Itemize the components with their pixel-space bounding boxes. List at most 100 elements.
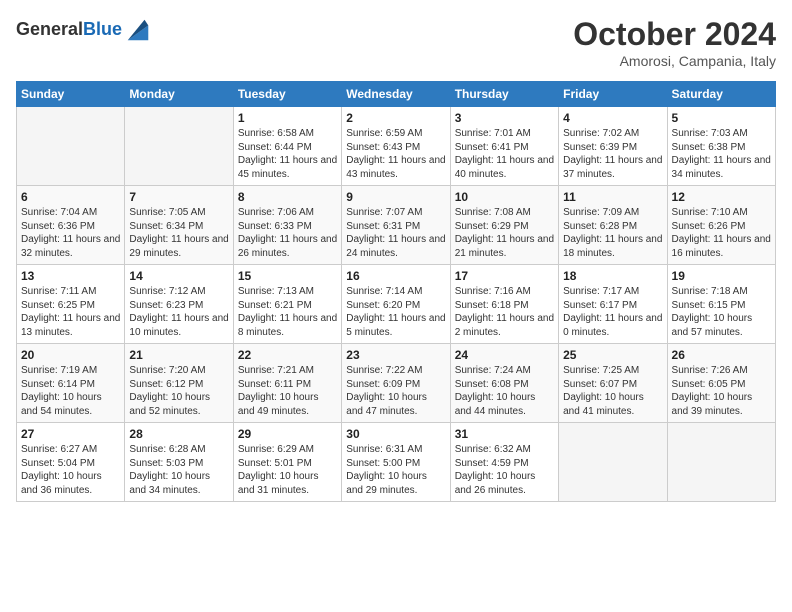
sunrise: Sunrise: 6:31 AM [346,444,422,455]
sunset: Sunset: 6:08 PM [455,379,529,390]
sunset: Sunset: 6:44 PM [238,142,312,153]
logo: GeneralBlue [16,16,152,44]
day-number: 30 [346,427,445,441]
calendar-day-cell: 9 Sunrise: 7:07 AM Sunset: 6:31 PM Dayli… [342,186,450,265]
calendar-day-cell [667,423,775,502]
calendar-day-cell: 16 Sunrise: 7:14 AM Sunset: 6:20 PM Dayl… [342,265,450,344]
daylight: Daylight: 11 hours and 34 minutes. [672,155,771,180]
sunrise: Sunrise: 7:26 AM [672,365,748,376]
day-detail: Sunrise: 7:08 AM Sunset: 6:29 PM Dayligh… [455,206,554,260]
logo-icon [124,16,152,44]
sunset: Sunset: 6:26 PM [672,221,746,232]
sunrise: Sunrise: 6:32 AM [455,444,531,455]
day-detail: Sunrise: 7:05 AM Sunset: 6:34 PM Dayligh… [129,206,228,260]
daylight: Daylight: 11 hours and 37 minutes. [563,155,662,180]
day-number: 7 [129,190,228,204]
daylight: Daylight: 11 hours and 13 minutes. [21,313,120,338]
calendar-day-cell: 19 Sunrise: 7:18 AM Sunset: 6:15 PM Dayl… [667,265,775,344]
sunrise: Sunrise: 7:08 AM [455,207,531,218]
days-of-week-row: SundayMondayTuesdayWednesdayThursdayFrid… [17,82,776,107]
day-number: 15 [238,269,337,283]
day-number: 9 [346,190,445,204]
day-detail: Sunrise: 7:09 AM Sunset: 6:28 PM Dayligh… [563,206,662,260]
day-detail: Sunrise: 7:10 AM Sunset: 6:26 PM Dayligh… [672,206,771,260]
day-number: 3 [455,111,554,125]
daylight: Daylight: 10 hours and 39 minutes. [672,392,753,417]
sunrise: Sunrise: 7:03 AM [672,128,748,139]
sunrise: Sunrise: 7:07 AM [346,207,422,218]
sunrise: Sunrise: 7:02 AM [563,128,639,139]
calendar-day-cell: 13 Sunrise: 7:11 AM Sunset: 6:25 PM Dayl… [17,265,125,344]
sunset: Sunset: 5:03 PM [129,458,203,469]
day-detail: Sunrise: 7:14 AM Sunset: 6:20 PM Dayligh… [346,285,445,339]
sunrise: Sunrise: 7:16 AM [455,286,531,297]
day-number: 5 [672,111,771,125]
sunset: Sunset: 6:31 PM [346,221,420,232]
calendar-day-cell: 14 Sunrise: 7:12 AM Sunset: 6:23 PM Dayl… [125,265,233,344]
sunrise: Sunrise: 7:12 AM [129,286,205,297]
calendar-week-row: 1 Sunrise: 6:58 AM Sunset: 6:44 PM Dayli… [17,107,776,186]
day-detail: Sunrise: 7:04 AM Sunset: 6:36 PM Dayligh… [21,206,120,260]
sunrise: Sunrise: 7:04 AM [21,207,97,218]
calendar-body: 1 Sunrise: 6:58 AM Sunset: 6:44 PM Dayli… [17,107,776,502]
day-number: 4 [563,111,662,125]
sunrise: Sunrise: 7:25 AM [563,365,639,376]
sunset: Sunset: 6:34 PM [129,221,203,232]
sunset: Sunset: 6:07 PM [563,379,637,390]
day-number: 21 [129,348,228,362]
daylight: Daylight: 11 hours and 16 minutes. [672,234,771,259]
calendar-week-row: 6 Sunrise: 7:04 AM Sunset: 6:36 PM Dayli… [17,186,776,265]
calendar-day-cell: 17 Sunrise: 7:16 AM Sunset: 6:18 PM Dayl… [450,265,558,344]
daylight: Daylight: 10 hours and 54 minutes. [21,392,102,417]
day-number: 10 [455,190,554,204]
calendar-day-cell: 15 Sunrise: 7:13 AM Sunset: 6:21 PM Dayl… [233,265,341,344]
day-of-week-header: Friday [559,82,667,107]
calendar-day-cell: 20 Sunrise: 7:19 AM Sunset: 6:14 PM Dayl… [17,344,125,423]
day-number: 23 [346,348,445,362]
sunrise: Sunrise: 7:01 AM [455,128,531,139]
calendar-day-cell: 31 Sunrise: 6:32 AM Sunset: 4:59 PM Dayl… [450,423,558,502]
day-number: 20 [21,348,120,362]
calendar-day-cell: 24 Sunrise: 7:24 AM Sunset: 6:08 PM Dayl… [450,344,558,423]
title-block: October 2024 Amorosi, Campania, Italy [573,16,776,69]
day-detail: Sunrise: 7:26 AM Sunset: 6:05 PM Dayligh… [672,364,771,418]
sunset: Sunset: 6:20 PM [346,300,420,311]
sunrise: Sunrise: 7:13 AM [238,286,314,297]
calendar-day-cell: 29 Sunrise: 6:29 AM Sunset: 5:01 PM Dayl… [233,423,341,502]
sunrise: Sunrise: 7:14 AM [346,286,422,297]
daylight: Daylight: 10 hours and 57 minutes. [672,313,753,338]
day-number: 2 [346,111,445,125]
daylight: Daylight: 11 hours and 21 minutes. [455,234,554,259]
daylight: Daylight: 10 hours and 29 minutes. [346,471,427,496]
day-of-week-header: Saturday [667,82,775,107]
calendar-day-cell [125,107,233,186]
calendar-day-cell: 4 Sunrise: 7:02 AM Sunset: 6:39 PM Dayli… [559,107,667,186]
day-detail: Sunrise: 7:16 AM Sunset: 6:18 PM Dayligh… [455,285,554,339]
day-number: 14 [129,269,228,283]
day-detail: Sunrise: 7:13 AM Sunset: 6:21 PM Dayligh… [238,285,337,339]
sunrise: Sunrise: 7:11 AM [21,286,96,297]
calendar-day-cell: 28 Sunrise: 6:28 AM Sunset: 5:03 PM Dayl… [125,423,233,502]
day-detail: Sunrise: 6:29 AM Sunset: 5:01 PM Dayligh… [238,443,337,497]
daylight: Daylight: 10 hours and 26 minutes. [455,471,536,496]
daylight: Daylight: 10 hours and 47 minutes. [346,392,427,417]
daylight: Daylight: 10 hours and 31 minutes. [238,471,319,496]
sunset: Sunset: 6:33 PM [238,221,312,232]
day-detail: Sunrise: 6:27 AM Sunset: 5:04 PM Dayligh… [21,443,120,497]
sunset: Sunset: 6:25 PM [21,300,95,311]
sunrise: Sunrise: 6:29 AM [238,444,314,455]
sunset: Sunset: 6:05 PM [672,379,746,390]
day-detail: Sunrise: 6:32 AM Sunset: 4:59 PM Dayligh… [455,443,554,497]
month-title: October 2024 [573,16,776,53]
sunset: Sunset: 6:28 PM [563,221,637,232]
sunset: Sunset: 6:11 PM [238,379,311,390]
daylight: Daylight: 10 hours and 41 minutes. [563,392,644,417]
sunset: Sunset: 6:39 PM [563,142,637,153]
calendar-week-row: 20 Sunrise: 7:19 AM Sunset: 6:14 PM Dayl… [17,344,776,423]
sunset: Sunset: 6:29 PM [455,221,529,232]
sunrise: Sunrise: 7:09 AM [563,207,639,218]
calendar-day-cell: 8 Sunrise: 7:06 AM Sunset: 6:33 PM Dayli… [233,186,341,265]
daylight: Daylight: 11 hours and 24 minutes. [346,234,445,259]
day-detail: Sunrise: 7:17 AM Sunset: 6:17 PM Dayligh… [563,285,662,339]
day-detail: Sunrise: 7:18 AM Sunset: 6:15 PM Dayligh… [672,285,771,339]
